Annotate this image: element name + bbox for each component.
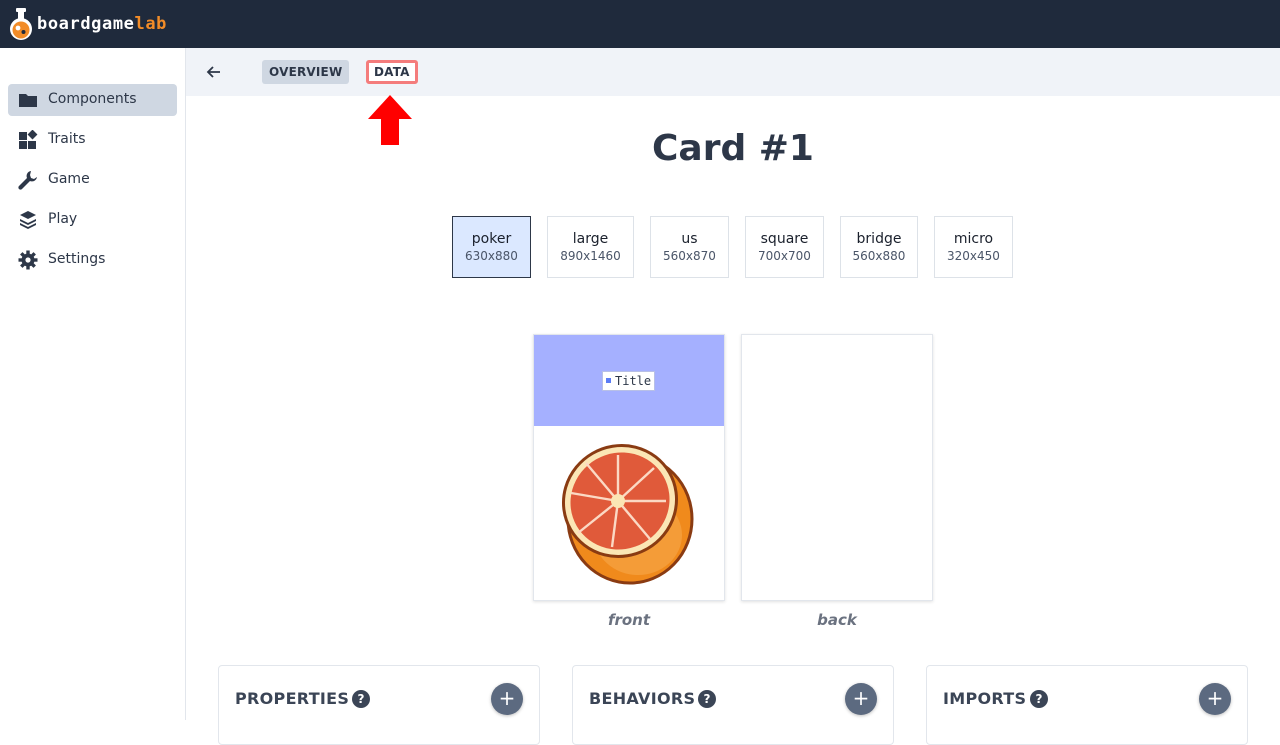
size-dimensions: 700x700 bbox=[758, 249, 811, 263]
imports-panel: IMPORTS ? + bbox=[926, 665, 1248, 745]
sidebar-item-play[interactable]: Play bbox=[8, 204, 177, 236]
arrow-left-icon[interactable] bbox=[204, 62, 224, 82]
sidebar-item-settings[interactable]: Settings bbox=[8, 244, 177, 276]
size-name: us bbox=[681, 231, 698, 247]
size-name: poker bbox=[471, 231, 512, 247]
behaviors-panel: BEHAVIORS ? + bbox=[572, 665, 894, 745]
panel-title: BEHAVIORS bbox=[589, 689, 696, 708]
size-option-micro[interactable]: micro 320x450 bbox=[934, 216, 1013, 278]
drag-handle-icon bbox=[606, 378, 611, 383]
widgets-icon bbox=[19, 130, 38, 149]
layers-icon bbox=[20, 211, 36, 229]
size-option-large[interactable]: large 890x1460 bbox=[547, 216, 634, 278]
orange-half-icon bbox=[561, 443, 694, 585]
card-front-label: front bbox=[607, 611, 651, 629]
sub-navigation-bar: OVERVIEW DATA bbox=[186, 48, 1280, 145]
sidebar-item-label: Settings bbox=[48, 251, 106, 267]
sidebar-item-traits[interactable]: Traits bbox=[8, 124, 177, 156]
panel-title: IMPORTS bbox=[943, 689, 1027, 708]
sidebar: Components Traits Game Play Settings bbox=[0, 48, 186, 720]
sidebar-item-label: Traits bbox=[48, 131, 86, 147]
help-icon[interactable]: ? bbox=[698, 690, 716, 708]
size-option-square[interactable]: square 700x700 bbox=[745, 216, 824, 278]
tab-data[interactable]: DATA bbox=[366, 60, 418, 84]
card-title-band: Title bbox=[534, 335, 724, 426]
size-dimensions: 630x880 bbox=[465, 249, 518, 263]
tab-overview[interactable]: OVERVIEW bbox=[262, 60, 350, 84]
help-icon[interactable]: ? bbox=[352, 690, 370, 708]
add-import-button[interactable]: + bbox=[1199, 683, 1231, 715]
add-behavior-button[interactable]: + bbox=[845, 683, 877, 715]
logo-text-accent: lab bbox=[134, 14, 168, 34]
size-name: bridge bbox=[856, 231, 902, 247]
add-property-button[interactable]: + bbox=[491, 683, 523, 715]
title-element-label: Title bbox=[615, 374, 652, 388]
flask-logo-icon bbox=[10, 8, 32, 40]
help-icon[interactable]: ? bbox=[1030, 690, 1048, 708]
card-back-label: back bbox=[817, 611, 857, 629]
sidebar-item-label: Components bbox=[48, 91, 137, 107]
title-element[interactable]: Title bbox=[602, 371, 656, 391]
panel-title: PROPERTIES bbox=[235, 689, 350, 708]
card-front-preview[interactable]: Title bbox=[533, 334, 725, 601]
sidebar-item-label: Game bbox=[48, 171, 90, 187]
sidebar-item-label: Play bbox=[48, 211, 78, 227]
folder-icon bbox=[19, 94, 37, 107]
size-name: micro bbox=[953, 231, 994, 247]
size-name: large bbox=[572, 231, 609, 247]
page-title: Card #1 bbox=[652, 128, 814, 169]
size-option-us[interactable]: us 560x870 bbox=[650, 216, 729, 278]
properties-panel: PROPERTIES ? + bbox=[218, 665, 540, 745]
size-name: square bbox=[760, 231, 809, 247]
logo-text-primary: boardgame bbox=[37, 14, 135, 34]
card-back-preview[interactable] bbox=[741, 334, 933, 601]
wrench-icon bbox=[18, 171, 37, 190]
gear-icon bbox=[18, 250, 38, 270]
size-option-bridge[interactable]: bridge 560x880 bbox=[840, 216, 918, 278]
size-dimensions: 560x880 bbox=[852, 249, 906, 263]
size-dimensions: 560x870 bbox=[663, 249, 716, 263]
app-logo[interactable]: boardgamelab bbox=[37, 14, 167, 34]
size-option-poker[interactable]: poker 630x880 bbox=[452, 216, 531, 278]
sidebar-item-game[interactable]: Game bbox=[8, 164, 177, 196]
size-dimensions: 890x1460 bbox=[560, 249, 621, 263]
top-bar: boardgamelab bbox=[0, 0, 1280, 48]
sidebar-item-components[interactable]: Components bbox=[8, 84, 177, 116]
size-dimensions: 320x450 bbox=[947, 249, 1000, 263]
